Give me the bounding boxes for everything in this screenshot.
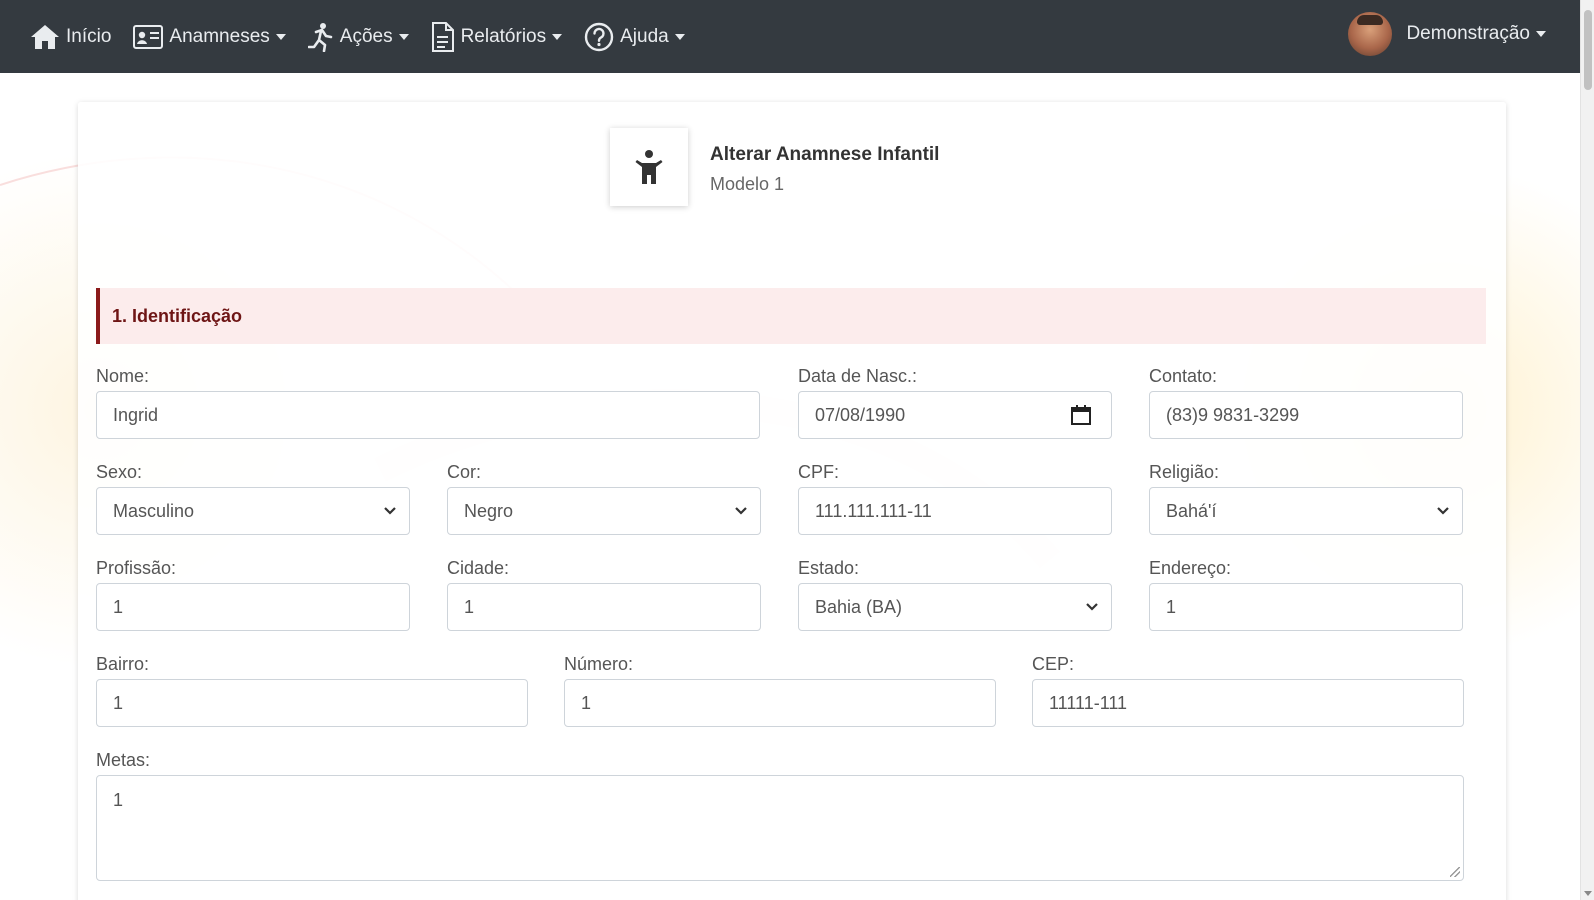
page-scrollbar[interactable] xyxy=(1580,0,1594,900)
help-circle-icon xyxy=(584,22,614,51)
endereco-field-group: Endereço: 1 xyxy=(1149,558,1463,631)
section-identificacao: 1. Identificação xyxy=(96,288,1486,344)
document-icon xyxy=(431,21,454,52)
cidade-value: 1 xyxy=(464,596,475,617)
chevron-down-icon xyxy=(384,507,396,515)
profissao-value: 1 xyxy=(113,596,124,617)
bairro-input[interactable]: 1 xyxy=(96,679,528,727)
cor-value: Negro xyxy=(464,500,514,521)
numero-field-group: Número: 1 xyxy=(564,654,996,727)
cor-field-group: Cor: Negro xyxy=(447,462,761,535)
data-nasc-label: Data de Nasc.: xyxy=(798,366,918,386)
nav-ajuda[interactable]: Ajuda xyxy=(584,22,685,52)
cpf-field-group: CPF: 111.111.111-11 xyxy=(798,462,1112,535)
profissao-field-group: Profissão: 1 xyxy=(96,558,410,631)
endereco-label: Endereço: xyxy=(1149,558,1232,578)
scroll-down-arrow[interactable] xyxy=(1584,891,1592,896)
metas-label: Metas: xyxy=(96,750,151,770)
top-navbar: Início Anamneses Ações Relatórios Ajuda … xyxy=(0,0,1580,73)
sexo-label: Sexo: xyxy=(96,462,143,482)
calendar-icon[interactable] xyxy=(1071,405,1091,425)
chevron-down-icon xyxy=(552,33,563,40)
religiao-select[interactable]: Bahá'í xyxy=(1149,487,1463,535)
cpf-label: CPF: xyxy=(798,462,840,482)
nav-label: Relatórios xyxy=(460,25,547,47)
data-nasc-input[interactable]: 07/08/1990 xyxy=(798,391,1112,439)
cep-field-group: CEP: 11111-111 xyxy=(1032,654,1464,727)
data-nasc-value: 07/08/1990 xyxy=(815,404,906,425)
running-icon xyxy=(307,22,333,52)
cep-value: 11111-111 xyxy=(1049,692,1128,713)
form-card: Alterar Anamnese Infantil Modelo 1 1. Id… xyxy=(78,102,1506,900)
numero-input[interactable]: 1 xyxy=(564,679,996,727)
nome-value: Ingrid xyxy=(113,404,159,425)
data-nasc-field-group: Data de Nasc.: 07/08/1990 xyxy=(798,366,1112,439)
nav-label: Início xyxy=(66,25,112,47)
metas-value: 1 xyxy=(113,790,124,810)
chevron-down-icon xyxy=(398,33,409,40)
cidade-field-group: Cidade: 1 xyxy=(447,558,761,631)
cpf-input[interactable]: 111.111.111-11 xyxy=(798,487,1112,535)
bairro-value: 1 xyxy=(113,692,124,713)
estado-value: Bahia (BA) xyxy=(815,596,903,617)
page-title: Alterar Anamnese Infantil xyxy=(710,144,940,165)
nav-label: Ações xyxy=(339,25,393,47)
nav-acoes[interactable]: Ações xyxy=(307,22,409,52)
bairro-label: Bairro: xyxy=(96,654,150,674)
contato-label: Contato: xyxy=(1149,366,1218,386)
chevron-down-icon xyxy=(1437,507,1449,515)
cidade-label: Cidade: xyxy=(447,558,510,578)
estado-label: Estado: xyxy=(798,558,860,578)
religiao-field-group: Religião: Bahá'í xyxy=(1149,462,1463,535)
endereco-input[interactable]: 1 xyxy=(1149,583,1463,631)
child-icon xyxy=(635,150,663,184)
nav-relatorios[interactable]: Relatórios xyxy=(431,21,563,52)
header-icon-box xyxy=(610,128,688,206)
religiao-value: Bahá'í xyxy=(1166,500,1217,521)
cor-label: Cor: xyxy=(447,462,482,482)
nav-anamneses[interactable]: Anamneses xyxy=(133,24,286,49)
chevron-down-icon xyxy=(735,507,747,515)
profissao-label: Profissão: xyxy=(96,558,177,578)
nome-input[interactable]: Ingrid xyxy=(96,391,760,439)
religiao-label: Religião: xyxy=(1149,462,1220,482)
cor-select[interactable]: Negro xyxy=(447,487,761,535)
nav-inicio[interactable]: Início xyxy=(30,24,111,50)
endereco-value: 1 xyxy=(1166,596,1177,617)
cidade-input[interactable]: 1 xyxy=(447,583,761,631)
chevron-down-icon xyxy=(674,33,685,40)
numero-value: 1 xyxy=(581,692,592,713)
nome-label: Nome: xyxy=(96,366,150,386)
chevron-down-icon xyxy=(1536,31,1546,37)
nome-field-group: Nome: Ingrid xyxy=(96,366,760,439)
page-subtitle: Modelo 1 xyxy=(710,174,785,194)
cep-input[interactable]: 11111-111 xyxy=(1032,679,1464,727)
contato-input[interactable]: (83)9 9831-3299 xyxy=(1149,391,1463,439)
contato-field-group: Contato: (83)9 9831-3299 xyxy=(1149,366,1463,439)
id-card-icon xyxy=(133,24,164,49)
profissao-input[interactable]: 1 xyxy=(96,583,410,631)
estado-select[interactable]: Bahia (BA) xyxy=(798,583,1112,631)
chevron-down-icon xyxy=(1086,603,1098,611)
contato-value: (83)9 9831-3299 xyxy=(1166,404,1300,425)
cpf-value: 111.111.111-11 xyxy=(815,500,932,521)
user-name: Demonstração xyxy=(1406,23,1530,44)
metas-field-group: Metas: 1 xyxy=(96,750,1464,881)
chevron-down-icon xyxy=(275,33,286,40)
sexo-select[interactable]: Masculino xyxy=(96,487,410,535)
scrollbar-thumb[interactable] xyxy=(1584,10,1592,90)
numero-label: Número: xyxy=(564,654,634,674)
user-menu[interactable]: Demonstração xyxy=(1348,12,1546,56)
sexo-value: Masculino xyxy=(113,500,195,521)
nav-label: Anamneses xyxy=(169,25,270,47)
sexo-field-group: Sexo: Masculino xyxy=(96,462,410,535)
cep-label: CEP: xyxy=(1032,654,1075,674)
avatar xyxy=(1348,12,1393,56)
estado-field-group: Estado: Bahia (BA) xyxy=(798,558,1112,631)
bairro-field-group: Bairro: 1 xyxy=(96,654,528,727)
nav-label: Ajuda xyxy=(620,25,669,47)
metas-textarea[interactable]: 1 xyxy=(96,775,1464,881)
resize-handle[interactable] xyxy=(1450,867,1460,877)
home-icon xyxy=(31,24,59,49)
